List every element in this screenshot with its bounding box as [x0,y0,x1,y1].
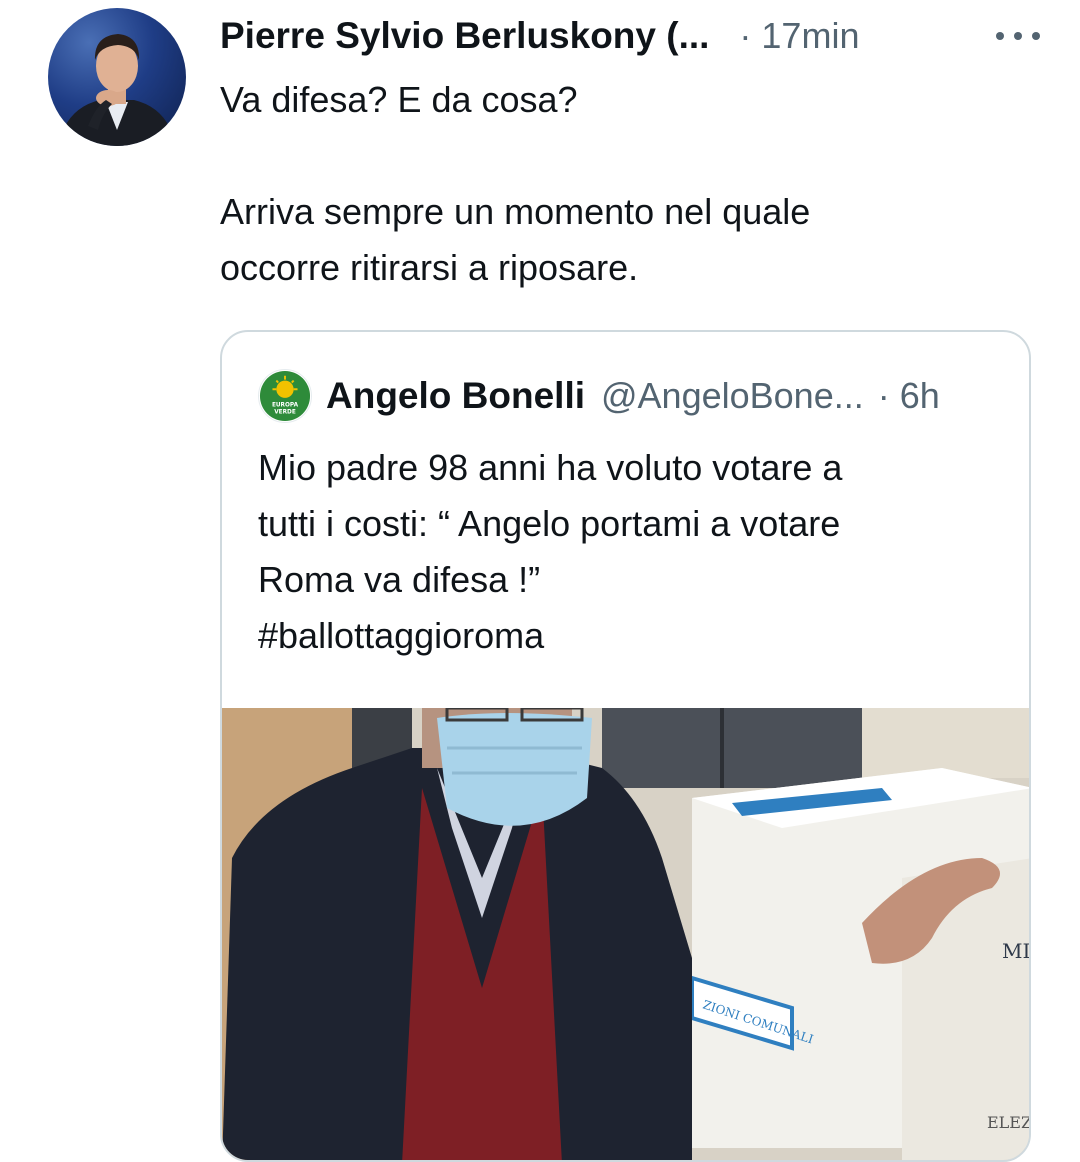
quoted-tweet-timestamp[interactable]: · 6h [878,375,940,417]
ellipsis-icon[interactable] [996,16,1040,56]
quoted-text-line: tutti i costi: “ Angelo portami a votare [258,503,841,544]
quoted-tweet[interactable]: EUROPA VERDE Angelo Bonelli @AngeloBone.… [220,330,1031,1162]
tweet-header: Pierre Sylvio Berluskony (... · 17min [220,12,1040,60]
quoted-tweet-text: Mio padre 98 anni ha voluto votare a tut… [258,440,1018,664]
quoted-tweet-header: EUROPA VERDE Angelo Bonelli @AngeloBone.… [258,368,999,424]
ballot-box-label: ELEZ [987,1113,1031,1132]
quoted-text-line: Mio padre 98 anni ha voluto votare a [258,447,843,488]
quoted-author-avatar[interactable]: EUROPA VERDE [258,369,312,423]
quoted-author-name[interactable]: Angelo Bonelli [326,375,585,417]
author-name[interactable]: Pierre Sylvio Berluskony (... [220,15,709,57]
author-avatar[interactable] [48,8,186,146]
tweet-text-line: Va difesa? E da cosa? [220,79,578,120]
party-logo-text: EUROPA [272,403,299,409]
tweet-text-line: occorre ritirarsi a riposare. [220,247,639,288]
hashtag-link[interactable]: #ballottaggioroma [258,608,1018,664]
ballot-box-label: MINI [1002,939,1031,963]
quoted-tweet-photo[interactable]: ZIONI COMUNALI MINI ELEZ [222,708,1031,1160]
tweet-text-line: Arriva sempre un momento nel quale [220,191,811,232]
tweet[interactable]: Pierre Sylvio Berluskony (... · 17min Va… [0,0,1080,1162]
party-logo-text: VERDE [274,409,296,415]
quoted-author-handle[interactable]: @AngeloBone... [601,375,864,417]
tweet-timestamp[interactable]: · 17min [739,15,859,57]
tweet-text: Va difesa? E da cosa? Arriva sempre un m… [220,72,1020,296]
quoted-text-line: Roma va difesa !” [258,559,541,600]
